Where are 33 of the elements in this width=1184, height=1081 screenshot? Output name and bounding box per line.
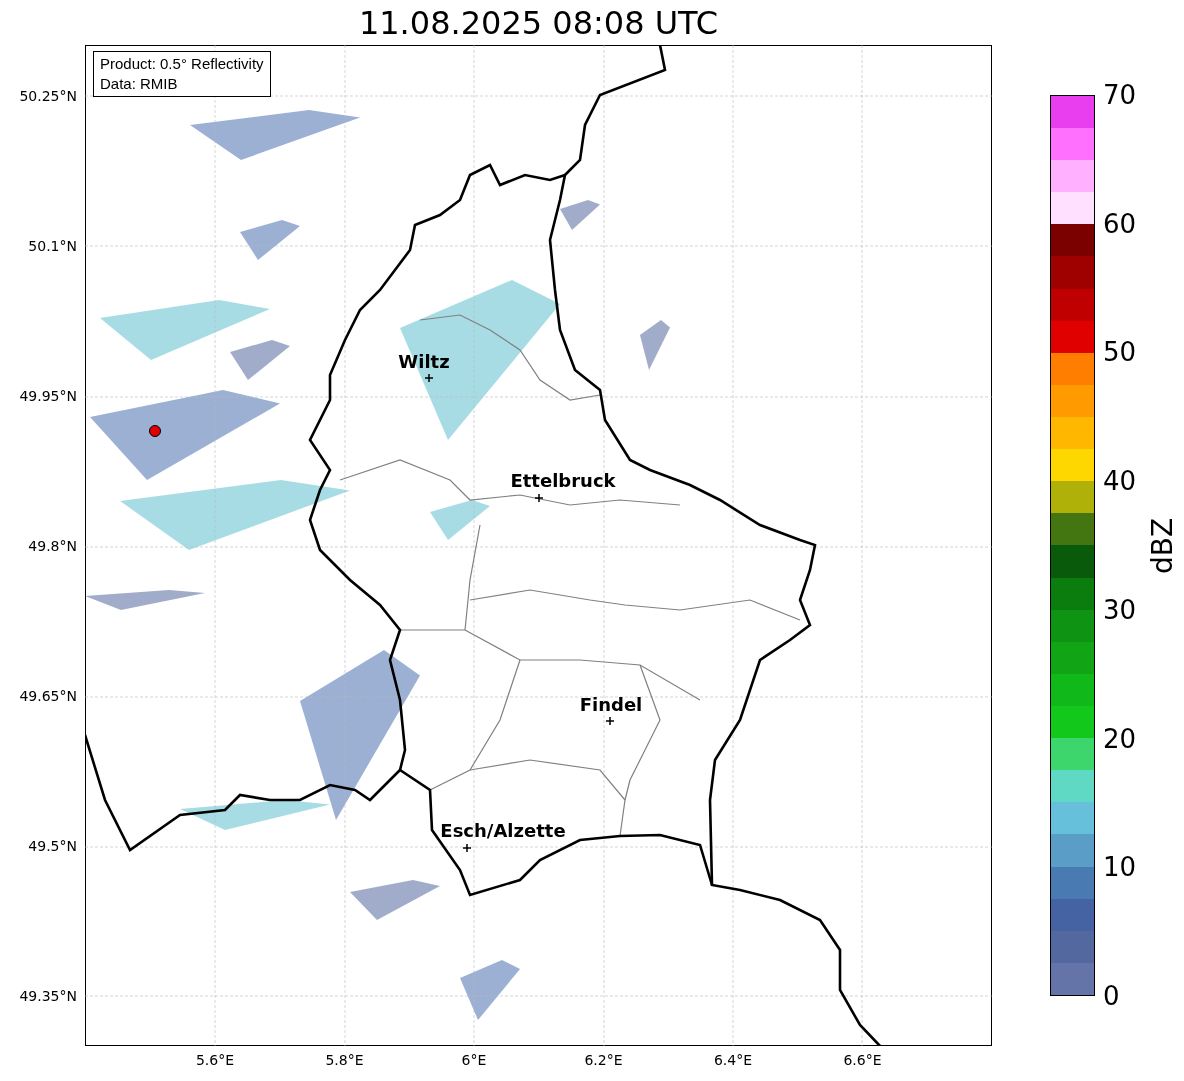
plus-icon xyxy=(606,717,614,725)
colorbar-tick-label: 60 xyxy=(1103,210,1137,237)
latitude-label: 49.95°N xyxy=(19,386,77,406)
colorbar-tick-label: 0 xyxy=(1103,982,1120,1009)
colorbar-tick-label: 50 xyxy=(1103,339,1137,366)
latitude-label: 50.1°N xyxy=(28,236,77,256)
latitude-label: 50.25°N xyxy=(19,86,77,106)
info-text: Product: 0.5° Reflectivity xyxy=(100,54,264,74)
latitude-label: 49.35°N xyxy=(19,986,77,1006)
latitude-label: 49.5°N xyxy=(28,836,77,856)
chart-title: 11.08.2025 08:08 UTC xyxy=(358,6,719,39)
place-label: Wiltz xyxy=(398,353,450,371)
place-label: Ettelbruck xyxy=(510,472,616,490)
longitude-label: 6.4°E xyxy=(713,1051,753,1070)
longitude-label: 6.2°E xyxy=(584,1051,623,1070)
longitude-label: 6.6°E xyxy=(843,1051,882,1070)
place-label: Esch/Alzette xyxy=(440,822,566,840)
longitude-label: 5.8°E xyxy=(325,1051,364,1070)
colorbar-label: dBZ xyxy=(1149,517,1178,574)
info-text: Data: RMIB xyxy=(100,74,179,94)
colorbar-tick-label: 20 xyxy=(1103,725,1137,752)
colorbar-tick-label: 10 xyxy=(1103,854,1137,881)
plus-icon xyxy=(425,374,433,382)
latitude-label: 49.65°N xyxy=(19,686,77,706)
plus-icon xyxy=(535,494,543,502)
colorbar-tick-label: 40 xyxy=(1103,468,1137,495)
longitude-label: 5.6°E xyxy=(195,1051,235,1070)
colorbar-tick-label: 30 xyxy=(1103,596,1137,623)
colorbar-tick-label: 70 xyxy=(1103,82,1137,108)
plus-icon xyxy=(463,844,471,852)
longitude-label: 6°E xyxy=(461,1051,487,1070)
place-label: Findel xyxy=(579,696,643,714)
latitude-label: 49.8°N xyxy=(28,536,77,556)
